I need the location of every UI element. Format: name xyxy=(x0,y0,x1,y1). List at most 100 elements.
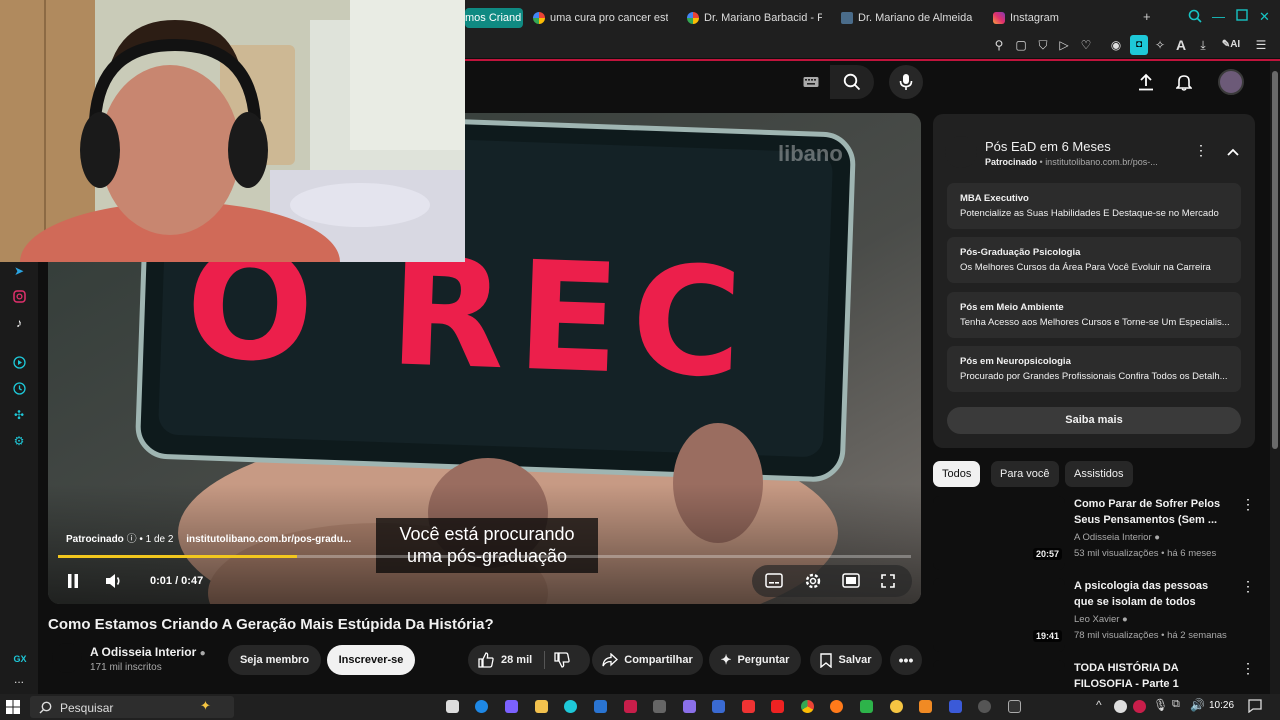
copilot-icon[interactable] xyxy=(505,700,518,713)
menu-icon[interactable]: ☰ xyxy=(1254,38,1268,52)
app-icon[interactable] xyxy=(890,700,903,713)
recommendation-title[interactable]: A psicologia das pessoas que se isolam d… xyxy=(1074,578,1224,610)
chip-para-voce[interactable]: Para você xyxy=(991,461,1059,487)
keyboard-icon[interactable] xyxy=(803,75,819,87)
microphone-icon[interactable]: 🎙 xyxy=(1153,698,1168,712)
kebab-menu-icon[interactable]: ⋮ xyxy=(1241,496,1255,513)
instagram-icon[interactable] xyxy=(12,290,26,304)
upload-icon[interactable] xyxy=(1138,73,1154,96)
subscribe-button[interactable]: Inscrever-se xyxy=(327,645,415,675)
app-icon[interactable] xyxy=(860,700,873,713)
maximize-icon[interactable] xyxy=(1236,9,1248,24)
voice-search-button[interactable] xyxy=(889,65,923,99)
speaker-icon[interactable]: 🔊 xyxy=(1190,698,1205,712)
outlook-icon[interactable] xyxy=(594,700,607,713)
app-icon[interactable] xyxy=(1008,700,1021,713)
extension-active-icon[interactable]: ◘ xyxy=(1130,35,1148,55)
search-button[interactable] xyxy=(830,65,874,99)
chip-todos[interactable]: Todos xyxy=(933,461,981,487)
fullscreen-button[interactable] xyxy=(880,573,896,594)
learn-more-button[interactable]: Saiba mais xyxy=(947,407,1241,434)
windows-start-icon[interactable] xyxy=(6,700,20,714)
pin-icon[interactable]: ⚲ xyxy=(992,38,1006,52)
tiktok-icon[interactable]: ♪ xyxy=(12,316,26,330)
scrollbar-thumb[interactable] xyxy=(1272,71,1278,449)
tab-instagram[interactable]: Instagram xyxy=(993,8,1093,28)
file-explorer-icon[interactable] xyxy=(535,700,548,713)
ai-button[interactable]: ✎AI xyxy=(1219,38,1243,52)
ad-link-meio-ambiente[interactable]: Pós em Meio Ambiente Tenha Acesso aos Me… xyxy=(947,292,1241,338)
recommendation-title[interactable]: TODA HISTÓRIA DA FILOSOFIA - Parte 1 xyxy=(1074,660,1224,692)
recommendation-item[interactable]: 19:41 A psicologia das pessoas que se is… xyxy=(933,578,1263,658)
app-icon[interactable] xyxy=(949,700,962,713)
new-tab-button[interactable]: + xyxy=(1143,9,1151,24)
history-icon[interactable] xyxy=(12,382,26,396)
vpn-icon[interactable]: ◉ xyxy=(1109,38,1123,52)
tab-almeida[interactable]: Dr. Mariano de Almeida M xyxy=(841,8,976,28)
chip-assistidos[interactable]: Assistidos xyxy=(1065,461,1133,487)
ad-link-neuropsicologia[interactable]: Pós em Neuropsicologia Procurado por Gra… xyxy=(947,346,1241,392)
kebab-menu-icon[interactable]: ⋮ xyxy=(1194,142,1208,159)
collapse-chevron-icon[interactable] xyxy=(1226,144,1240,162)
shield-icon[interactable]: ⛉ xyxy=(1036,38,1050,52)
tray-icon[interactable] xyxy=(1114,700,1127,713)
app-icon[interactable] xyxy=(742,700,755,713)
video-thumbnail[interactable] xyxy=(933,660,1065,694)
snapshot-icon[interactable]: ▢ xyxy=(1014,38,1028,52)
channel-avatar[interactable] xyxy=(52,643,82,673)
channel-name[interactable]: A Odisseia Interior ● xyxy=(90,645,206,659)
edge-icon[interactable] xyxy=(475,700,488,713)
minimize-icon[interactable]: — xyxy=(1212,9,1225,24)
app-icon[interactable] xyxy=(564,700,577,713)
app-icon[interactable] xyxy=(712,700,725,713)
recommendation-item[interactable]: 20:57 Como Parar de Sofrer Pelos Seus Pe… xyxy=(933,496,1263,576)
pause-button[interactable] xyxy=(66,573,80,594)
kebab-menu-icon[interactable]: ⋮ xyxy=(1241,578,1255,595)
taskbar-clock[interactable]: 10:26 xyxy=(1209,700,1234,711)
ad-link-mba[interactable]: MBA Executivo Potencialize as Suas Habil… xyxy=(947,183,1241,229)
user-avatar[interactable] xyxy=(1218,69,1244,95)
page-scrollbar[interactable] xyxy=(1270,61,1280,694)
recommendation-item[interactable]: TODA HISTÓRIA DA FILOSOFIA - Parte 1 ⋮ xyxy=(933,660,1263,694)
app-icon[interactable] xyxy=(919,700,932,713)
settings-button[interactable] xyxy=(804,572,822,595)
task-view-icon[interactable] xyxy=(446,700,459,713)
volume-button[interactable] xyxy=(105,573,123,594)
kebab-menu-icon[interactable]: ⋮ xyxy=(1241,660,1255,677)
ad-url-link[interactable]: institutolibano.com.br/pos-gradu... xyxy=(186,534,351,545)
join-member-button[interactable]: Seja membro xyxy=(228,645,321,675)
gx-label[interactable]: GX xyxy=(10,652,30,666)
heart-icon[interactable]: ♡ xyxy=(1079,38,1093,52)
opera-gx-icon[interactable] xyxy=(624,700,637,713)
app-icon[interactable] xyxy=(683,700,696,713)
tab-barbacid[interactable]: Dr. Mariano Barbacid - Pe xyxy=(687,8,822,28)
theater-mode-button[interactable] xyxy=(842,573,860,593)
chrome-icon[interactable] xyxy=(801,700,814,713)
tray-icon[interactable] xyxy=(1133,700,1146,713)
app-icon[interactable] xyxy=(978,700,991,713)
taskbar-search[interactable]: Pesquisar ✦ xyxy=(30,696,234,718)
notifications-icon[interactable] xyxy=(1248,699,1262,718)
notifications-bell-icon[interactable] xyxy=(1175,73,1193,96)
share-button[interactable]: Compartilhar xyxy=(592,645,703,675)
more-actions-button[interactable]: ••• xyxy=(890,645,922,675)
tray-chevron-icon[interactable]: ^ xyxy=(1096,698,1102,712)
firefox-icon[interactable] xyxy=(830,700,843,713)
settings-icon[interactable]: ⚙ xyxy=(12,434,26,448)
app-icon[interactable] xyxy=(653,700,666,713)
puzzle-icon[interactable]: ✧ xyxy=(1153,38,1167,52)
recommendation-title[interactable]: Como Parar de Sofrer Pelos Seus Pensamen… xyxy=(1074,496,1224,528)
font-extension-icon[interactable]: A xyxy=(1174,38,1188,52)
ask-button[interactable]: ✦ Perguntar xyxy=(709,645,801,675)
more-icon[interactable]: ... xyxy=(12,672,26,686)
play-icon[interactable]: ▷ xyxy=(1057,38,1071,52)
subtitles-button[interactable] xyxy=(765,573,783,593)
download-icon[interactable]: ⤓ xyxy=(1196,38,1210,52)
tab-cura-cancer[interactable]: uma cura pro cancer esta xyxy=(533,8,668,28)
ad-link-psicologia[interactable]: Pós-Graduação Psicologia Os Melhores Cur… xyxy=(947,237,1241,283)
ad-panel-title[interactable]: Pós EaD em 6 Meses xyxy=(985,139,1111,154)
network-icon[interactable]: ⧉ xyxy=(1172,698,1180,711)
player-icon[interactable] xyxy=(12,356,26,370)
like-button[interactable]: 28 mil xyxy=(478,652,532,668)
extensions-icon[interactable]: ✣ xyxy=(12,408,26,422)
